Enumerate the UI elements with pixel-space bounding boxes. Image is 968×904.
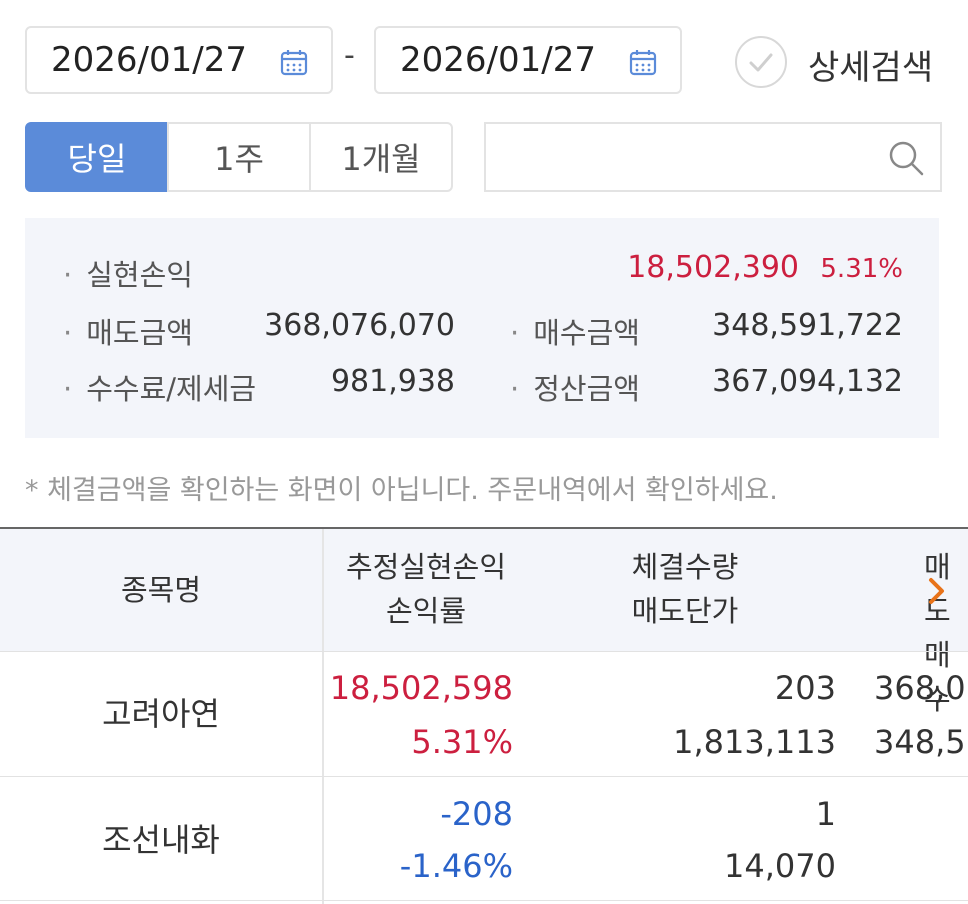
- stock-search-input[interactable]: [498, 124, 882, 190]
- check-circle-icon: [749, 53, 773, 72]
- pl-rate: -1.46%: [399, 847, 513, 885]
- settlement-amount-value: 367,094,132: [712, 364, 903, 399]
- scroll-right-chevron-icon[interactable]: [926, 576, 948, 606]
- pl-value: 18,502,598: [329, 669, 513, 707]
- tab-1-week[interactable]: 1주: [167, 122, 311, 192]
- buy-amount-value: 348,591,722: [712, 308, 903, 343]
- column-divider: [322, 529, 324, 904]
- settlement-amount-label: · 정산금액: [510, 372, 640, 406]
- realized-pl-value: 18,502,390: [627, 250, 799, 285]
- end-date-value: 2026/01/27: [400, 40, 596, 80]
- tab-1-month[interactable]: 1개월: [309, 122, 453, 192]
- notice-text: * 체결금액을 확인하는 화면이 아닙니다. 주문내역에서 확인하세요.: [25, 475, 778, 506]
- stock-name[interactable]: 고려아연: [0, 688, 322, 740]
- fees-taxes-label: · 수수료/제세금: [63, 372, 257, 406]
- header-stock-name: 종목명: [120, 573, 202, 607]
- stock-search-box: [484, 122, 942, 192]
- detail-search-label[interactable]: 상세검색: [808, 40, 933, 89]
- filled-qty: 1: [815, 795, 836, 833]
- tab-today[interactable]: 당일: [25, 122, 169, 192]
- pl-rate: 5.31%: [411, 723, 513, 761]
- calendar-icon[interactable]: [628, 47, 658, 77]
- header-qty: 체결수량 매도단가: [631, 550, 739, 628]
- realized-pl-label: · 실현손익: [63, 258, 193, 292]
- detail-search-checkbox[interactable]: [735, 36, 787, 88]
- pl-value: -208: [440, 795, 513, 833]
- row-divider: [0, 651, 968, 652]
- date-range-separator: -: [344, 38, 355, 73]
- sell-amount-value: 368,076,070: [264, 308, 455, 343]
- period-tabs: 당일 1주 1개월: [25, 122, 453, 192]
- sell-amount-label: · 매도금액: [63, 316, 193, 350]
- stock-name[interactable]: 조선내화: [0, 814, 322, 866]
- buy-amount: 348,5: [874, 723, 966, 761]
- buy-amount-label: · 매수금액: [510, 316, 640, 350]
- end-date-field[interactable]: 2026/01/27: [374, 26, 682, 94]
- sell-price: 1,813,113: [673, 723, 836, 761]
- start-date-value: 2026/01/27: [51, 40, 247, 80]
- search-icon[interactable]: [886, 138, 926, 178]
- fees-taxes-value: 981,938: [330, 364, 455, 399]
- filled-qty: 203: [774, 669, 836, 707]
- start-date-field[interactable]: 2026/01/27: [25, 26, 333, 94]
- row-divider: [0, 900, 968, 901]
- sell-price: 14,070: [724, 847, 836, 885]
- realized-pl-rate: 5.31%: [820, 254, 903, 284]
- row-divider: [0, 776, 968, 777]
- table-header: 종목명 추정실현손익 손익률 체결수량 매도단가 매도 매수: [0, 529, 968, 716]
- summary-panel: · 실현손익 18,502,390 5.31% · 매도금액 368,076,070…: [25, 218, 939, 438]
- calendar-icon[interactable]: [279, 47, 309, 77]
- header-pl: 추정실현손익 손익률: [345, 550, 507, 628]
- sell-amount: 368,0: [874, 669, 966, 707]
